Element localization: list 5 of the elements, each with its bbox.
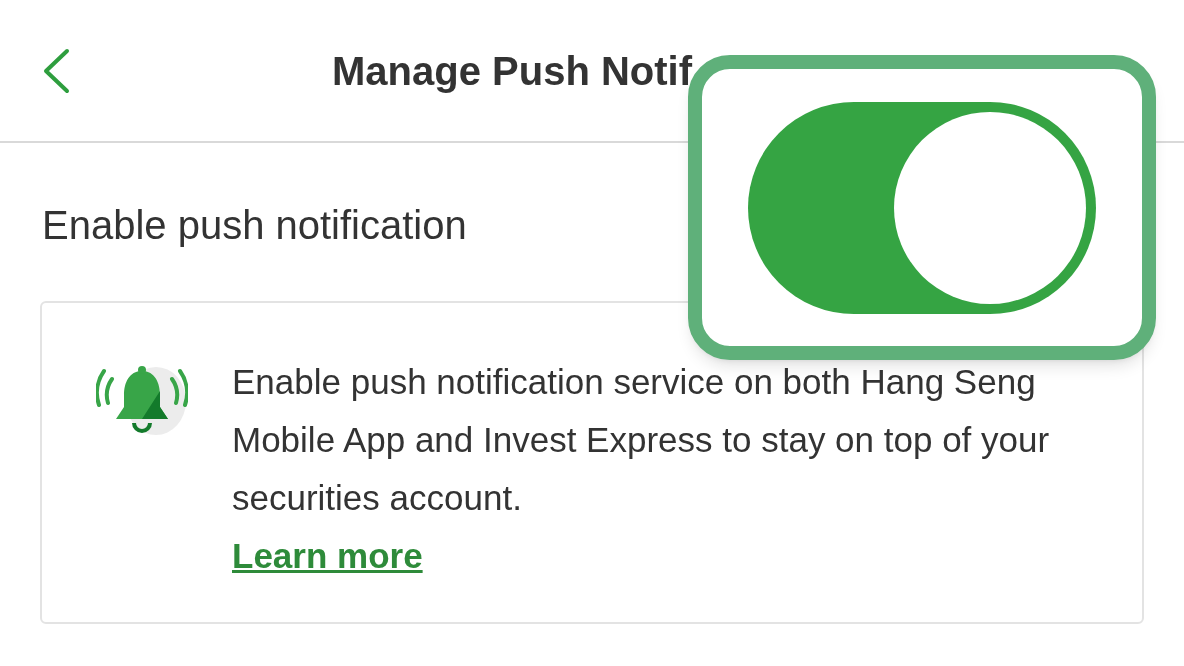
- page-title: Manage Push Notif: [332, 47, 693, 95]
- description-text: Enable push notification service on both Hang Seng Mobile App and Invest Express to stay on top of your securities account.: [232, 361, 1051, 519]
- back-icon: [41, 47, 71, 94]
- setting-label: Enable push notification: [42, 202, 467, 249]
- learn-more-link[interactable]: Learn more: [232, 536, 423, 575]
